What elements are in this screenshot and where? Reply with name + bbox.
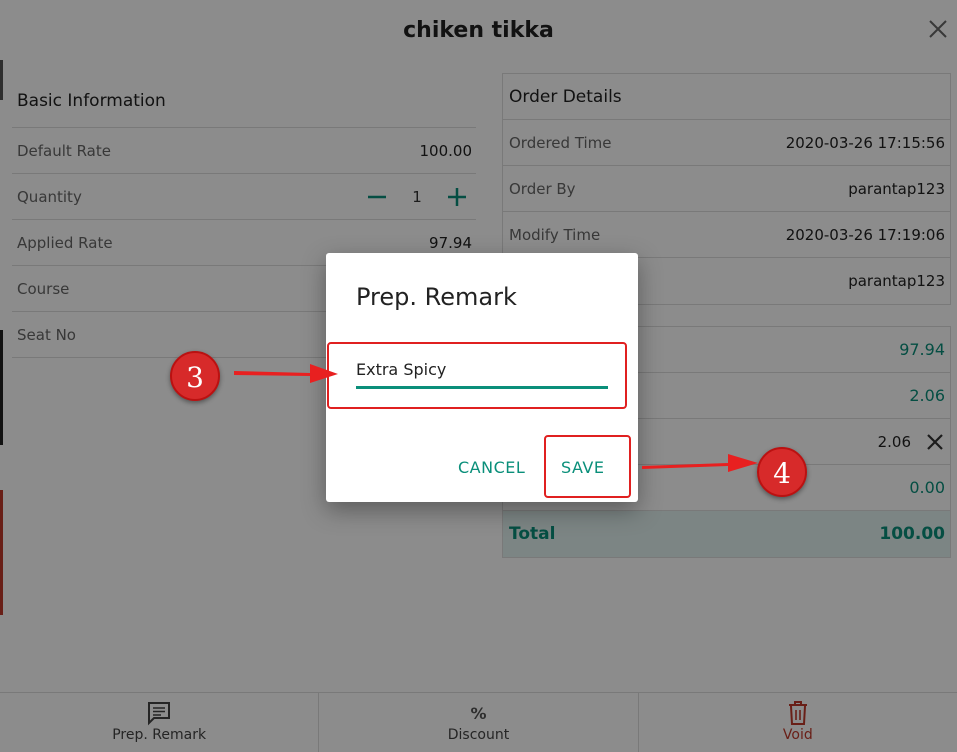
- arrow-to-input: [234, 364, 338, 383]
- dialog-title: Prep. Remark: [356, 283, 517, 311]
- cancel-button[interactable]: CANCEL: [458, 458, 525, 477]
- arrow-to-save: [642, 454, 758, 472]
- step-3-badge: 3: [170, 351, 220, 401]
- step-4-badge: 4: [757, 447, 807, 497]
- save-highlight-box: [544, 435, 631, 498]
- input-highlight-box: [327, 342, 627, 409]
